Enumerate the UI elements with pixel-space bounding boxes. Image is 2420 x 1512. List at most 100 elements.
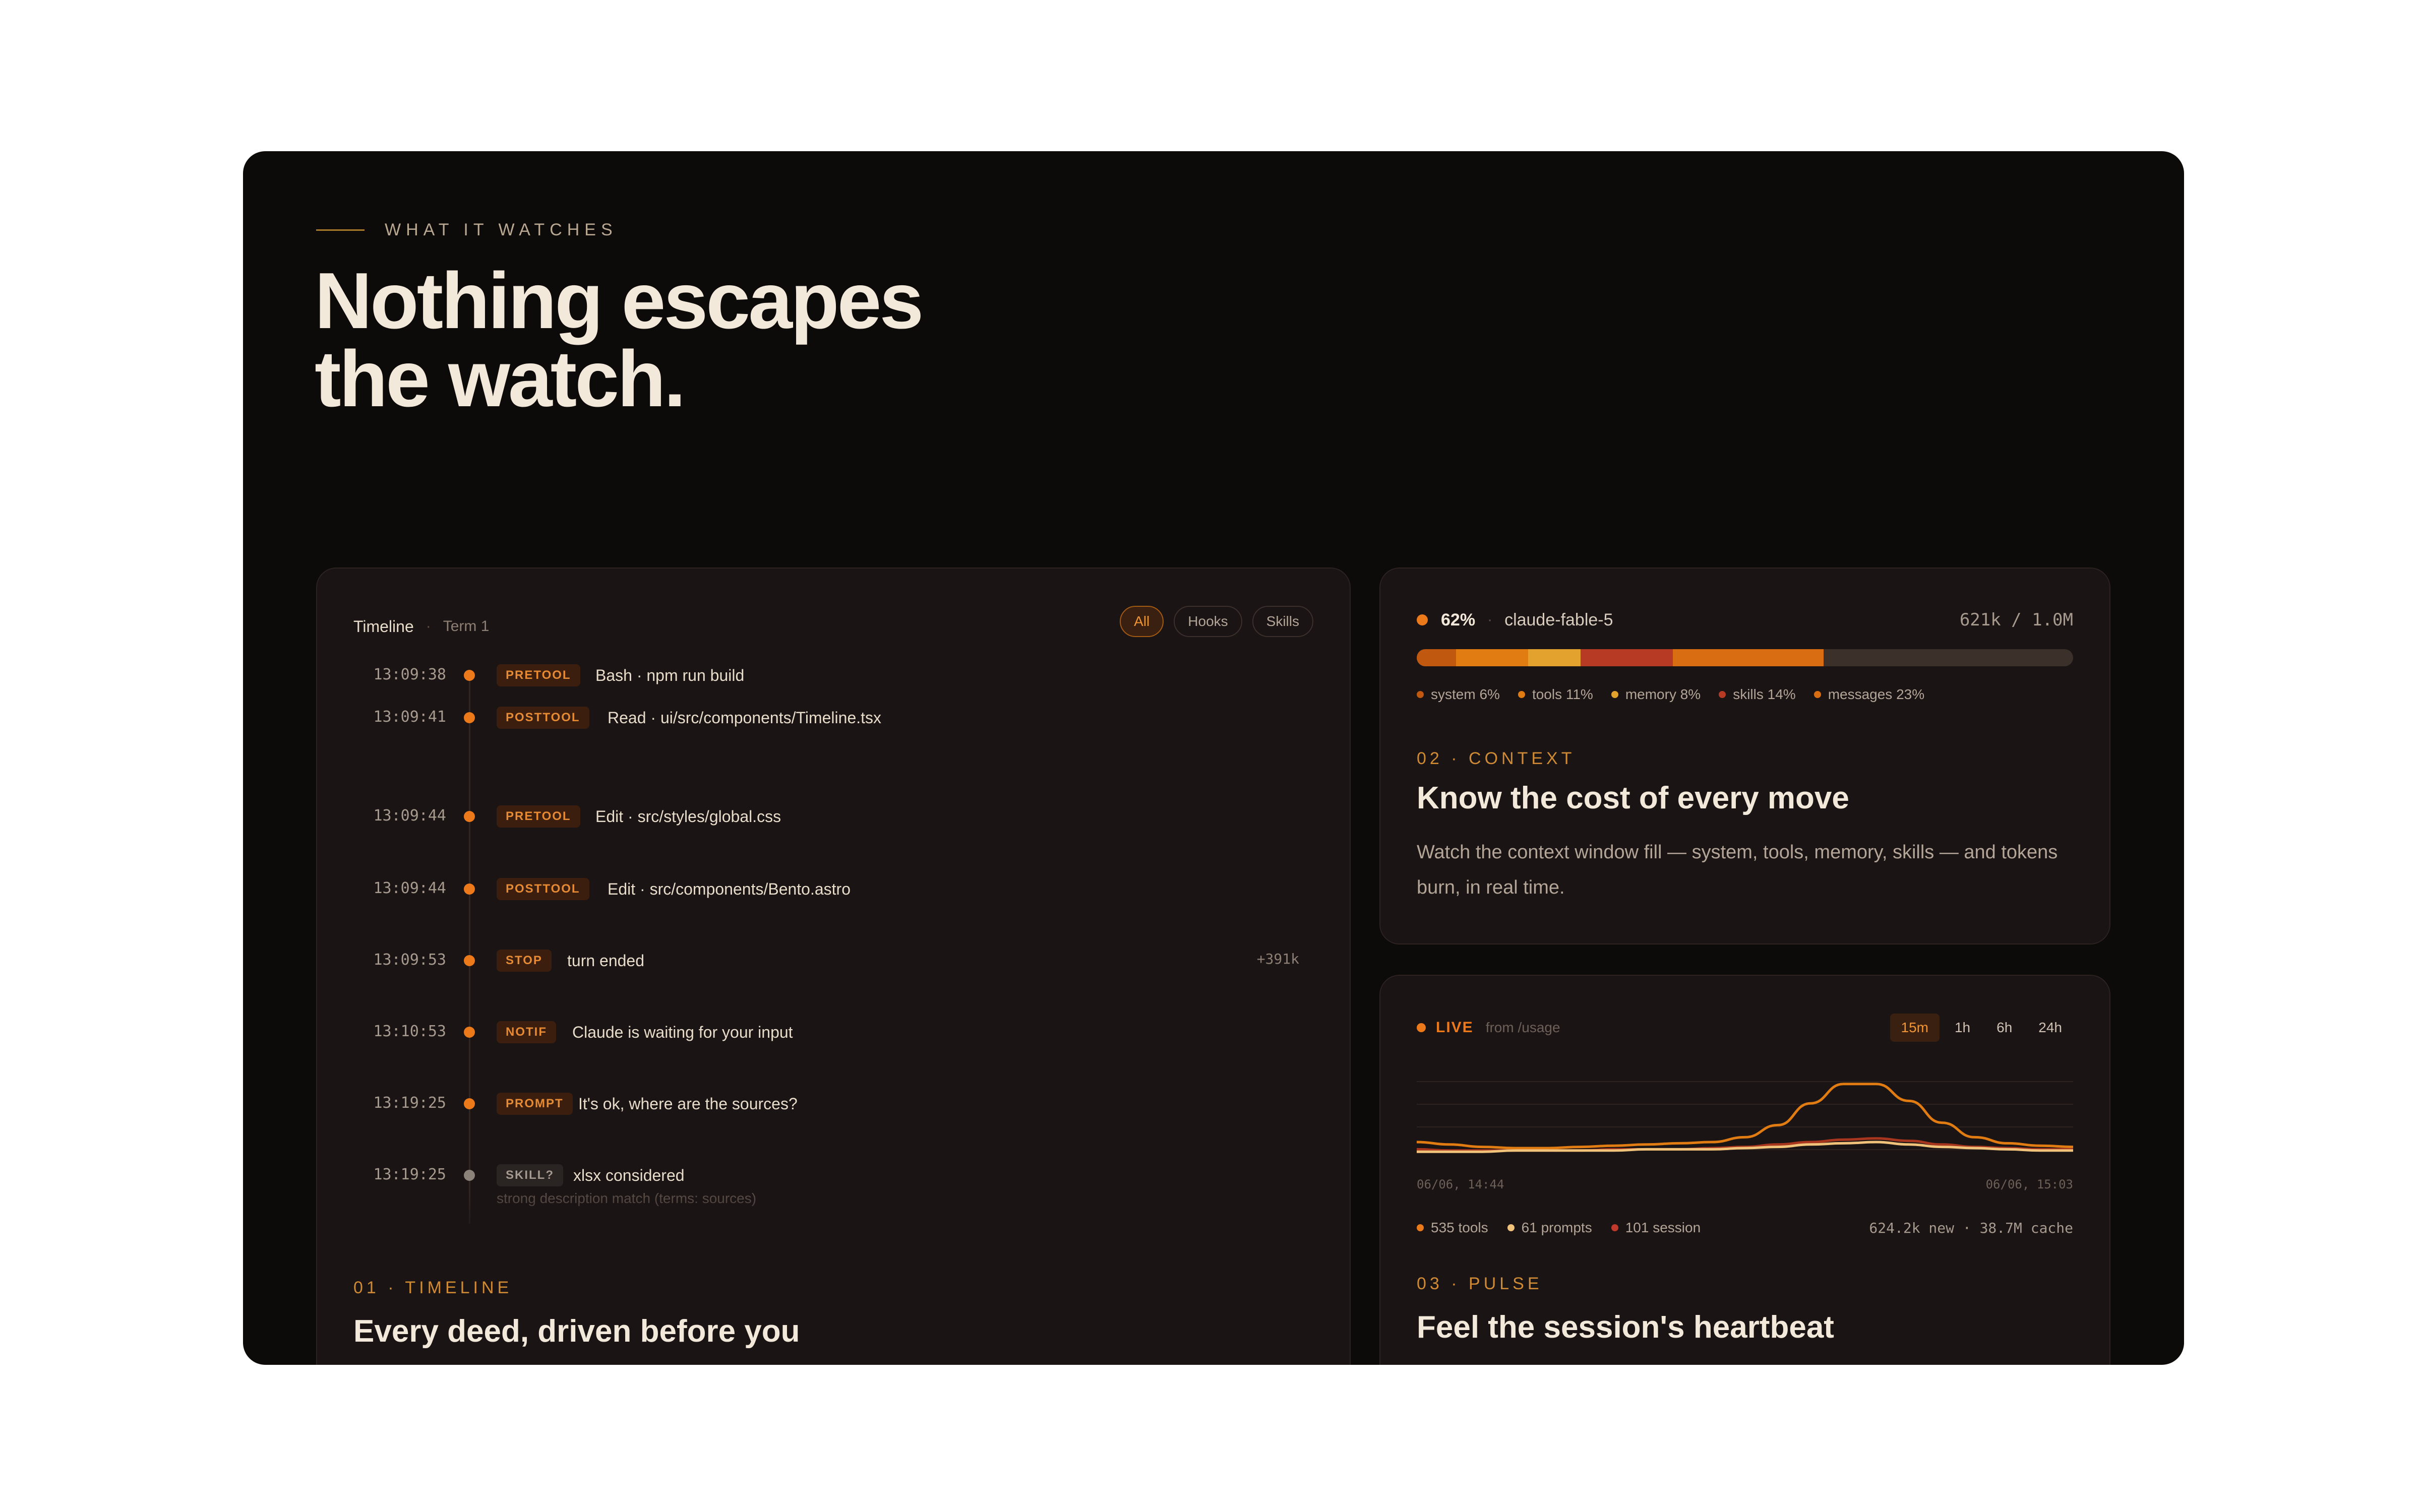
legend-dot-icon bbox=[1719, 691, 1726, 698]
card-eyebrow: 02 · CONTEXT bbox=[1417, 749, 1576, 768]
pulse-header: LIVE from /usage 15m 1h 6h 24h bbox=[1417, 1012, 2073, 1043]
legend-dot-icon bbox=[1611, 691, 1618, 698]
axis-start-label: 06/06, 14:44 bbox=[1417, 1177, 1504, 1191]
event-time: 13:19:25 bbox=[373, 1094, 447, 1112]
token-count: 621k / 1.0M bbox=[1959, 610, 2073, 630]
legend-dot-icon bbox=[1813, 691, 1821, 698]
context-card: 62% · claude-fable-5 621k / 1.0M system … bbox=[1379, 568, 2110, 944]
status-dot-icon bbox=[1417, 614, 1428, 625]
usage-segment bbox=[1456, 649, 1529, 666]
event-time: 13:09:44 bbox=[373, 879, 447, 897]
legend-item: messages 23% bbox=[1813, 686, 1925, 703]
timeline-event[interactable]: 13:10:53 NOTIF Claude is waiting for you… bbox=[317, 1019, 1350, 1075]
card-eyebrow: 03 · PULSE bbox=[1417, 1274, 1543, 1293]
token-usage: 624.2k new · 38.7M cache bbox=[1869, 1219, 2073, 1236]
headline-line-1: Nothing escapes bbox=[315, 257, 924, 345]
card-eyebrow: 01 · TIMELINE bbox=[353, 1278, 513, 1297]
legend-label: messages 23% bbox=[1828, 686, 1925, 702]
event-type-badge: POSTTOOL bbox=[497, 707, 589, 729]
model-name: claude-fable-5 bbox=[1504, 610, 1613, 629]
stat-label: 61 prompts bbox=[1521, 1220, 1592, 1235]
event-time: 13:09:41 bbox=[373, 708, 447, 726]
event-dot-icon bbox=[464, 811, 475, 822]
range-1h[interactable]: 1h bbox=[1944, 1014, 1981, 1042]
event-time: 13:09:53 bbox=[373, 951, 447, 969]
event-time: 13:19:25 bbox=[373, 1166, 447, 1183]
event-dot-icon bbox=[464, 1027, 475, 1038]
separator-dot: · bbox=[1487, 611, 1493, 628]
event-type-badge: NOTIF bbox=[497, 1021, 556, 1043]
live-dot-icon bbox=[1417, 1023, 1426, 1032]
legend-dot-icon bbox=[1417, 691, 1424, 698]
pulse-stats: 535 tools 61 prompts 101 session 624.2k … bbox=[1417, 1218, 2073, 1238]
chart-grid bbox=[1417, 1081, 2073, 1150]
event-time: 13:10:53 bbox=[373, 1023, 447, 1040]
context-summary: 62% · claude-fable-5 621k / 1.0M bbox=[1417, 606, 2073, 634]
event-dot-icon bbox=[464, 955, 475, 966]
event-type-badge: PRETOOL bbox=[497, 805, 580, 828]
event-text: Bash · npm run build bbox=[595, 666, 745, 684]
event-type-badge: PROMPT bbox=[497, 1093, 573, 1115]
stat-session: 101 session bbox=[1611, 1220, 1701, 1236]
legend-label: memory 8% bbox=[1625, 686, 1701, 702]
timeline-event[interactable]: 13:09:41 POSTTOOL Read · ui/src/componen… bbox=[317, 705, 1350, 760]
event-text: turn ended bbox=[567, 952, 645, 970]
stat-prompts: 61 prompts bbox=[1507, 1220, 1592, 1236]
feature-section: WHAT IT WATCHES Nothing escapes the watc… bbox=[243, 151, 2184, 1365]
event-text: Edit · src/styles/global.css bbox=[595, 807, 781, 826]
eyebrow-text: WHAT IT WATCHES bbox=[385, 220, 618, 239]
headline-line-2: the watch. bbox=[315, 335, 686, 423]
range-24h[interactable]: 24h bbox=[2027, 1014, 2073, 1042]
event-time: 13:09:44 bbox=[373, 807, 447, 825]
stat-label: 535 tools bbox=[1431, 1220, 1488, 1235]
usage-segment bbox=[1528, 649, 1581, 666]
chart-series bbox=[1417, 1083, 2073, 1153]
event-dot-icon bbox=[464, 884, 475, 895]
event-dot-icon bbox=[464, 1170, 475, 1181]
timeline-event[interactable]: 13:09:44 PRETOOL Edit · src/styles/globa… bbox=[317, 803, 1350, 859]
event-type-badge: STOP bbox=[497, 950, 552, 972]
card-title: Know the cost of every move bbox=[1417, 781, 1849, 815]
stat-tools: 535 tools bbox=[1417, 1220, 1488, 1236]
legend-dot-icon bbox=[1518, 691, 1525, 698]
event-text: It's ok, where are the sources? bbox=[578, 1095, 798, 1113]
card-description: Watch the context window fill — system, … bbox=[1417, 842, 2058, 898]
event-dot-icon bbox=[464, 1098, 475, 1109]
legend-label: tools 11% bbox=[1532, 686, 1593, 702]
event-text: Read · ui/src/components/Timeline.tsx bbox=[608, 709, 882, 727]
legend-label: skills 14% bbox=[1733, 686, 1796, 702]
stat-label: 101 session bbox=[1625, 1220, 1701, 1235]
legend-item: memory 8% bbox=[1611, 686, 1701, 703]
event-dot-icon bbox=[464, 670, 475, 681]
usage-segment bbox=[1417, 649, 1457, 666]
timeline-event[interactable]: 13:09:53 STOP turn ended +391k bbox=[317, 948, 1350, 1003]
usage-segment bbox=[1672, 649, 1824, 666]
legend-dot-icon bbox=[1417, 1224, 1424, 1231]
live-label: LIVE bbox=[1436, 1019, 1474, 1036]
legend-item: system 6% bbox=[1417, 686, 1500, 703]
chart-x-axis: 06/06, 14:44 06/06, 15:03 bbox=[1417, 1177, 2073, 1191]
event-type-badge: SKILL? bbox=[497, 1164, 563, 1186]
pulse-card: LIVE from /usage 15m 1h 6h 24h 06/06, 14… bbox=[1379, 975, 2110, 1365]
event-text: Claude is waiting for your input bbox=[572, 1023, 793, 1041]
legend-dot-icon bbox=[1507, 1224, 1515, 1231]
time-range-selector: 15m 1h 6h 24h bbox=[1890, 1014, 2074, 1042]
card-title: Every deed, driven before you bbox=[353, 1314, 800, 1349]
legend-label: system 6% bbox=[1431, 686, 1500, 702]
series-line bbox=[1417, 1083, 2073, 1150]
event-token-delta: +391k bbox=[1256, 951, 1299, 967]
timeline-event[interactable]: 13:19:25 PROMPT It's ok, where are the s… bbox=[317, 1091, 1350, 1146]
range-15m[interactable]: 15m bbox=[1890, 1014, 1940, 1042]
legend-item: skills 14% bbox=[1719, 686, 1796, 703]
list-fade bbox=[317, 1193, 1350, 1244]
event-type-badge: PRETOOL bbox=[497, 664, 580, 686]
data-source: from /usage bbox=[1485, 1020, 1560, 1035]
card-title: Feel the session's heartbeat bbox=[1417, 1310, 1834, 1345]
legend-item: tools 11% bbox=[1518, 686, 1593, 703]
legend-dot-icon bbox=[1611, 1224, 1618, 1231]
axis-end-label: 06/06, 15:03 bbox=[1985, 1177, 2073, 1191]
timeline-event[interactable]: 13:09:44 POSTTOOL Edit · src/components/… bbox=[317, 876, 1350, 931]
context-percent: 62% bbox=[1441, 610, 1476, 629]
event-text: Edit · src/components/Bento.astro bbox=[608, 880, 851, 898]
range-6h[interactable]: 6h bbox=[1985, 1014, 2023, 1042]
